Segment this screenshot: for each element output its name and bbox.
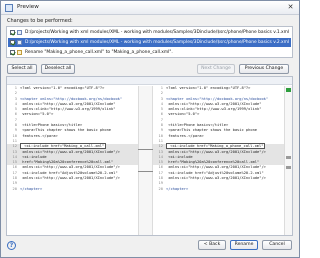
back-button[interactable]: < Back bbox=[198, 240, 226, 250]
change-checkbox[interactable] bbox=[10, 50, 15, 55]
code-text: xmlns:xi="http://www.w3.org/2001/XInclud… bbox=[20, 149, 120, 154]
code-text: xmlns:xi="http://www.w3.org/2001/XInclud… bbox=[166, 165, 266, 170]
code-text: href="Making%20a%20conference%20call.xml… bbox=[166, 160, 260, 165]
change-row-text: Rename "Making_a_phone_call.xml" to "Mak… bbox=[25, 50, 173, 55]
compare-toolbar bbox=[7, 77, 292, 85]
code-text: <xi:include href="Adjust%20volume%20-2.x… bbox=[166, 170, 264, 175]
change-row-phone-basics-v1[interactable]: D:/projects/Working with xml modules/XML… bbox=[8, 28, 291, 37]
change-row-text: D:/projects/Working with xml modules/XML… bbox=[25, 30, 290, 35]
line-number: 20 bbox=[158, 186, 163, 191]
cancel-button[interactable]: Cancel bbox=[262, 240, 292, 250]
code-text: <chapter xmlns="http://docbook.org/ns/do… bbox=[166, 96, 269, 101]
code-text: </chapter> bbox=[166, 186, 189, 191]
code-text: version="5.0"> bbox=[166, 112, 200, 117]
window-title: Preview bbox=[17, 4, 39, 10]
next-change-button[interactable]: Next Change bbox=[197, 64, 235, 74]
code-text: <title>Phone basics</title> bbox=[166, 123, 229, 128]
code-line: 18 xmlns:xi="http://www.w3.org/2001/XInc… bbox=[153, 176, 284, 181]
rename-button[interactable]: Rename bbox=[230, 240, 258, 250]
changes-label: Changes to be performed: bbox=[7, 18, 73, 24]
help-icon[interactable]: ? bbox=[7, 241, 16, 250]
change-checkbox[interactable] bbox=[10, 30, 15, 35]
code-text: xmlns:xlink="http://www.w3.org/1999/xlin… bbox=[166, 107, 262, 112]
code-text: <title>Phone basics</title> bbox=[20, 123, 83, 128]
change-checkbox[interactable] bbox=[10, 40, 15, 45]
code-text: <xi:include bbox=[166, 154, 193, 159]
code-text: xmlns:xi="http://www.w3.org/2001/XInclud… bbox=[166, 149, 266, 154]
code-text: <para>This chapter shows the basic phone bbox=[166, 128, 258, 133]
code-text: xmlns:xlink="http://www.w3.org/1999/xlin… bbox=[20, 107, 116, 112]
change-row-text: D:/projects/Working with xml modules/XML… bbox=[25, 40, 290, 45]
code-text: xmlns:xi="http://www.w3.org/2001/XInclud… bbox=[166, 176, 266, 181]
code-text: </chapter> bbox=[20, 186, 43, 191]
code-line: 20 </chapter> bbox=[7, 187, 138, 192]
diff-connector-bottom bbox=[138, 171, 153, 172]
diff-marker[interactable] bbox=[286, 156, 291, 159]
select-all-button[interactable]: Select all bbox=[7, 64, 37, 74]
code-text: <?xml version="1.0" encoding="UTF-8"?> bbox=[166, 86, 251, 90]
code-text: xmlns:xi="http://www.w3.org/2001/XInclud… bbox=[166, 101, 262, 106]
code-line: 20 </chapter> bbox=[153, 187, 284, 192]
code-text: href="Making%20a%20conference%20call.xml… bbox=[20, 160, 114, 165]
code-text: <xi:include href="Making_a_call.xml" bbox=[20, 143, 107, 150]
title-bar: Preview ✕ bbox=[1, 1, 299, 15]
code-line: 18 xmlns:xi="http://www.w3.org/2001/XInc… bbox=[7, 176, 138, 181]
change-row-phone-basics-v2[interactable]: D:/projects/Working with xml modules/XML… bbox=[8, 38, 291, 47]
code-text: version="5.0"> bbox=[20, 112, 54, 117]
code-text: <xi:include href="Adjust%20volume%20-2.x… bbox=[20, 170, 118, 175]
preview-dialog: Preview ✕ Changes to be performed: D:/pr… bbox=[0, 0, 300, 258]
code-text: features.</para> bbox=[20, 133, 58, 138]
diff-status-indicator bbox=[286, 88, 291, 92]
rename-icon bbox=[17, 50, 22, 55]
code-text: <para>This chapter shows the basic phone bbox=[20, 128, 112, 133]
code-text: <xi:include bbox=[20, 154, 47, 159]
diff-marker[interactable] bbox=[286, 166, 291, 169]
previous-change-button[interactable]: Previous Change bbox=[239, 64, 289, 74]
code-text: <chapter xmlns="http://docbook.org/ns/do… bbox=[20, 96, 123, 101]
original-file-pane[interactable]: 1 <?xml version="1.0" encoding="UTF-8"?> 2… bbox=[7, 86, 138, 235]
overview-ruler[interactable] bbox=[284, 86, 292, 235]
code-text: <xi:include href="Making_a_phone_call.xm… bbox=[166, 143, 266, 150]
line-number: 20 bbox=[12, 186, 17, 191]
close-icon[interactable]: ✕ bbox=[286, 4, 295, 12]
changes-list[interactable]: D:/projects/Working with xml modules/XML… bbox=[6, 26, 293, 58]
diff-gutter bbox=[138, 86, 153, 235]
modified-file-pane[interactable]: 1 <?xml version="1.0" encoding="UTF-8"?> 2… bbox=[153, 86, 284, 235]
xml-file-icon bbox=[17, 40, 22, 45]
diff-connector-top bbox=[138, 149, 153, 150]
change-row-rename[interactable]: Rename "Making_a_phone_call.xml" to "Mak… bbox=[8, 48, 291, 57]
code-text: features.</para> bbox=[166, 133, 204, 138]
deselect-all-button[interactable]: Deselect all bbox=[41, 64, 75, 74]
compare-viewer: 1 <?xml version="1.0" encoding="UTF-8"?> 2… bbox=[6, 76, 293, 236]
xml-file-icon bbox=[17, 30, 22, 35]
code-text: xmlns:xi="http://www.w3.org/2001/XInclud… bbox=[20, 176, 120, 181]
code-text: xmlns:xi="http://www.w3.org/2001/XInclud… bbox=[20, 165, 120, 170]
code-text: xmlns:xi="http://www.w3.org/2001/XInclud… bbox=[20, 101, 116, 106]
preview-window-icon bbox=[5, 4, 13, 12]
code-text: <?xml version="1.0" encoding="UTF-8"?> bbox=[20, 86, 105, 90]
